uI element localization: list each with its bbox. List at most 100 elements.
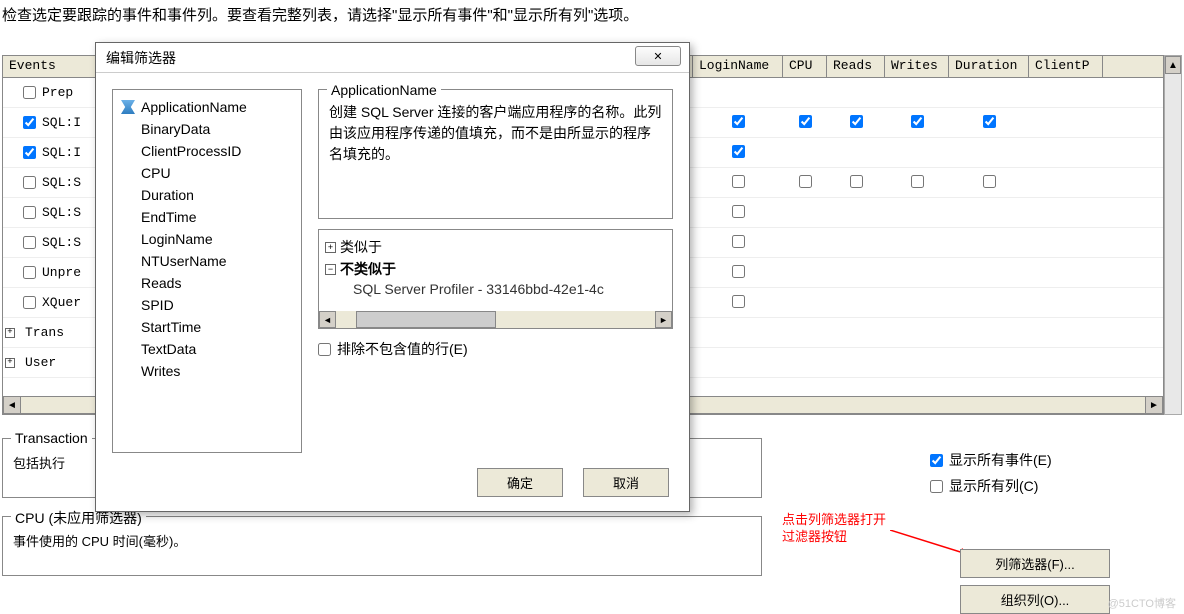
column-checkbox[interactable] (732, 235, 745, 248)
column-list-item[interactable]: CPU (117, 162, 297, 184)
column-list[interactable]: ApplicationNameBinaryDataClientProcessID… (112, 89, 302, 453)
dialog-close-button[interactable]: ✕ (635, 46, 681, 66)
ok-button[interactable]: 确定 (477, 468, 563, 497)
header-events[interactable]: Events (3, 56, 103, 77)
close-icon: ✕ (653, 50, 662, 63)
tree-notlike-label: 不类似于 (340, 259, 396, 279)
expand-icon[interactable]: + (5, 358, 15, 368)
column-list-item[interactable]: ApplicationName (117, 96, 297, 118)
column-checkbox[interactable] (799, 175, 812, 188)
tree-hscroll[interactable]: ◄ ► (319, 311, 672, 328)
cpu-group: CPU (未应用筛选器) 事件使用的 CPU 时间(毫秒)。 (2, 516, 762, 576)
show-all-events-checkbox[interactable] (930, 454, 943, 467)
column-checkbox[interactable] (983, 175, 996, 188)
header-writes[interactable]: Writes (885, 56, 949, 77)
dialog-title: 编辑筛选器 (106, 48, 176, 68)
event-checkbox[interactable] (23, 146, 36, 159)
scroll-right-icon[interactable]: ► (655, 311, 672, 328)
scroll-up-icon[interactable]: ▲ (1165, 56, 1181, 74)
column-list-item[interactable]: Reads (117, 272, 297, 294)
column-checkbox[interactable] (732, 205, 745, 218)
header-clientp[interactable]: ClientP (1029, 56, 1103, 77)
header-duration[interactable]: Duration (949, 56, 1029, 77)
event-label: SQL:I (42, 115, 81, 130)
expand-icon[interactable]: + (325, 242, 336, 253)
scroll-thumb[interactable] (356, 311, 496, 328)
show-all-columns-checkbox[interactable] (930, 480, 943, 493)
show-all-events-label: 显示所有事件(E) (949, 450, 1052, 470)
exclude-empty-row[interactable]: 排除不包含值的行(E) (318, 339, 673, 359)
column-list-item[interactable]: Writes (117, 360, 297, 382)
transactions-legend: Transaction (11, 430, 92, 446)
display-options: 显示所有事件(E) 显示所有列(C) (930, 450, 1052, 502)
event-label: Prep (42, 85, 73, 100)
tree-filter-value[interactable]: SQL Server Profiler - 33146bbd-42e1-4c (325, 280, 666, 298)
event-checkbox[interactable] (23, 296, 36, 309)
organize-columns-button[interactable]: 组织列(O)... (960, 585, 1110, 614)
event-label: SQL:S (42, 205, 81, 220)
scroll-left-icon[interactable]: ◄ (3, 396, 21, 414)
column-list-item[interactable]: Duration (117, 184, 297, 206)
edit-filter-dialog: 编辑筛选器 ✕ ApplicationNameBinaryDataClientP… (95, 42, 690, 512)
intro-text: 检查选定要跟踪的事件和事件列。要查看完整列表，请选择"显示所有事件"和"显示所有… (0, 0, 1184, 35)
event-checkbox[interactable] (23, 116, 36, 129)
event-checkbox[interactable] (23, 266, 36, 279)
description-body: 创建 SQL Server 连接的客户端应用程序的名称。此列由该应用程序传递的值… (329, 102, 662, 165)
column-checkbox[interactable] (850, 115, 863, 128)
tree-notlike-node[interactable]: −不类似于 (325, 258, 666, 280)
column-checkbox[interactable] (732, 145, 745, 158)
tree-like-label: 类似于 (340, 237, 382, 257)
show-all-columns-label: 显示所有列(C) (949, 476, 1038, 496)
expand-icon[interactable]: + (5, 328, 15, 338)
column-list-item[interactable]: SPID (117, 294, 297, 316)
header-loginname[interactable]: LoginName (693, 56, 783, 77)
column-list-item[interactable]: ClientProcessID (117, 140, 297, 162)
column-checkbox[interactable] (732, 115, 745, 128)
column-checkbox[interactable] (799, 115, 812, 128)
event-label: SQL:I (42, 145, 81, 160)
column-list-item[interactable]: NTUserName (117, 250, 297, 272)
event-checkbox[interactable] (23, 86, 36, 99)
column-description-box: ApplicationName 创建 SQL Server 连接的客户端应用程序… (318, 89, 673, 219)
column-list-item[interactable]: LoginName (117, 228, 297, 250)
column-checkbox[interactable] (911, 115, 924, 128)
column-list-item[interactable]: BinaryData (117, 118, 297, 140)
grid-vscroll[interactable]: ▲ (1164, 55, 1182, 415)
filter-tree[interactable]: + 类似于 −不类似于 SQL Server Profiler - 33146bb… (318, 229, 673, 329)
column-checkbox[interactable] (911, 175, 924, 188)
cancel-button[interactable]: 取消 (583, 468, 669, 497)
column-checkbox[interactable] (732, 265, 745, 278)
scroll-right-icon[interactable]: ► (1145, 396, 1163, 414)
column-checkbox[interactable] (983, 115, 996, 128)
annotation-text: 点击列筛选器打开 过滤器按钮 (782, 512, 886, 546)
event-label: SQL:S (42, 175, 81, 190)
show-all-events-option[interactable]: 显示所有事件(E) (930, 450, 1052, 470)
event-checkbox[interactable] (23, 206, 36, 219)
exclude-empty-checkbox[interactable] (318, 343, 331, 356)
exclude-empty-label: 排除不包含值的行(E) (337, 339, 468, 359)
watermark: @51CTO博客 (1108, 595, 1176, 611)
column-checkbox[interactable] (732, 175, 745, 188)
event-label: Unpre (42, 265, 81, 280)
header-cpu[interactable]: CPU (783, 56, 827, 77)
column-list-item[interactable]: TextData (117, 338, 297, 360)
event-checkbox[interactable] (23, 176, 36, 189)
event-checkbox[interactable] (23, 236, 36, 249)
header-reads[interactable]: Reads (827, 56, 885, 77)
cpu-body: 事件使用的 CPU 时间(毫秒)。 (13, 531, 751, 550)
event-label: Trans (25, 325, 64, 340)
description-title: ApplicationName (327, 80, 441, 101)
collapse-icon[interactable]: − (325, 264, 336, 275)
column-list-item[interactable]: StartTime (117, 316, 297, 338)
column-checkbox[interactable] (850, 175, 863, 188)
column-filter-button[interactable]: 列筛选器(F)... (960, 549, 1110, 578)
tree-like-node[interactable]: + 类似于 (325, 236, 666, 258)
event-label: User (25, 355, 56, 370)
show-all-columns-option[interactable]: 显示所有列(C) (930, 476, 1052, 496)
column-list-item[interactable]: EndTime (117, 206, 297, 228)
event-label: XQuer (42, 295, 81, 310)
dialog-titlebar: 编辑筛选器 ✕ (96, 43, 689, 73)
event-label: SQL:S (42, 235, 81, 250)
scroll-left-icon[interactable]: ◄ (319, 311, 336, 328)
column-checkbox[interactable] (732, 295, 745, 308)
